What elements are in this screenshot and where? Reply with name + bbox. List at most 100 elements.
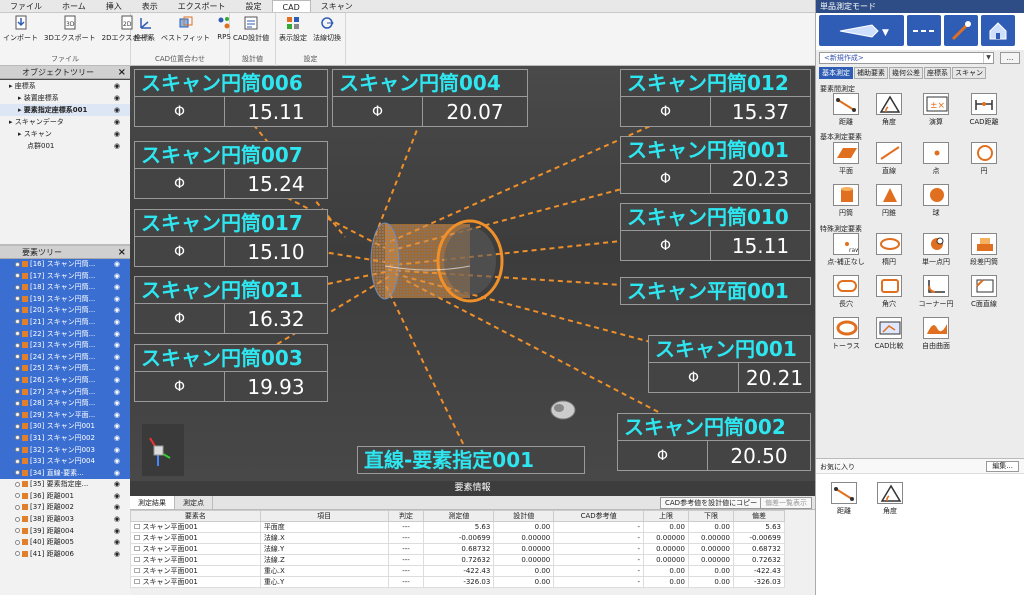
menu-item-7[interactable]: スキャン (311, 0, 363, 12)
table-row[interactable]: ☐ スキャン平面001 重心.Y --- -326.03 0.00-0.00 0.00 -3… (130, 576, 786, 588)
visibility-toggle-icon[interactable] (15, 528, 20, 534)
row-checkbox-icon[interactable]: ☐ (134, 545, 143, 553)
element-tree-row[interactable]: [39] 距離004 ◉ (0, 526, 130, 538)
visibility-toggle-icon[interactable] (15, 307, 20, 313)
close-icon[interactable]: × (118, 66, 126, 79)
row-checkbox-icon[interactable]: ☐ (134, 578, 143, 586)
element-tree-row[interactable]: [22] スキャン円筒... ◉ (0, 328, 130, 341)
visibility-eye-icon[interactable]: ◉ (114, 116, 120, 128)
tool-button[interactable]: コーナー円 (916, 275, 956, 309)
annotation-label[interactable]: スキャン円筒010 Φ 15.11 (620, 203, 811, 261)
element-tree-row[interactable]: [29] スキャン平面... ◉ (0, 409, 130, 422)
visibility-toggle-icon[interactable] (15, 319, 20, 325)
visibility-eye-icon[interactable]: ◉ (114, 140, 120, 152)
object-tree-row[interactable]: ▸ スキャン ◉ (0, 128, 130, 140)
menu-item-3[interactable]: 表示 (132, 0, 168, 12)
visibility-toggle-icon[interactable] (15, 377, 20, 383)
visibility-toggle-icon[interactable] (15, 365, 20, 371)
annotation-label[interactable]: スキャン円筒002 Φ 20.50 (617, 413, 811, 471)
mode-selector-button[interactable]: ▼ (819, 15, 904, 46)
visibility-eye-icon[interactable]: ◉ (114, 445, 120, 457)
visibility-eye-icon[interactable]: ◉ (114, 456, 120, 468)
tool-button[interactable]: 角度 (869, 93, 909, 127)
probe-mode-button[interactable] (944, 15, 978, 46)
visibility-eye-icon[interactable]: ◉ (114, 410, 120, 422)
column-header[interactable]: 偏差 (732, 510, 786, 522)
object-tree-row[interactable]: 点群001 ◉ (0, 140, 130, 152)
tool-button[interactable]: トーラス (826, 317, 866, 351)
tool-button[interactable]: 距離 (824, 482, 864, 516)
visibility-eye-icon[interactable]: ◉ (114, 104, 120, 116)
visibility-toggle-icon[interactable] (15, 481, 20, 487)
visibility-toggle-icon[interactable] (15, 539, 20, 545)
annotation-label[interactable]: スキャン円筒021 Φ 16.32 (134, 276, 328, 334)
visibility-eye-icon[interactable]: ◉ (114, 537, 120, 549)
table-row[interactable]: ☐ スキャン平面001 法線.Z --- 0.72632 0.00000-0.00000… (130, 554, 786, 566)
visibility-toggle-icon[interactable] (15, 354, 20, 360)
visibility-toggle-icon[interactable] (15, 261, 20, 267)
measure-tab[interactable]: 幾何公差 (889, 67, 923, 79)
visibility-eye-icon[interactable]: ◉ (114, 433, 120, 445)
menu-item-0[interactable]: ファイル (0, 0, 52, 12)
tool-button[interactable]: 円錐 (869, 184, 909, 218)
menu-item-6[interactable]: CAD (271, 0, 311, 12)
object-tree-row[interactable]: ▸ 要素指定座標系001 ◉ (0, 104, 130, 116)
element-tree-row[interactable]: [21] スキャン円筒... ◉ (0, 316, 130, 329)
visibility-eye-icon[interactable]: ◉ (114, 92, 120, 104)
element-tree-row[interactable]: [28] スキャン円筒... ◉ (0, 398, 130, 410)
annotation-label[interactable]: スキャン平面001 (620, 277, 811, 305)
visibility-toggle-icon[interactable] (15, 273, 20, 279)
column-header[interactable]: 設計値 (493, 510, 555, 522)
element-tree-row[interactable]: [33] スキャン円004 ◉ (0, 456, 130, 468)
visibility-toggle-icon[interactable] (15, 493, 20, 499)
annotation-label[interactable]: スキャン円筒001 Φ 20.23 (620, 136, 811, 194)
element-tree-row[interactable]: [38] 距離003 ◉ (0, 514, 130, 526)
annotation-label[interactable]: スキャン円筒017 Φ 15.10 (134, 209, 328, 267)
visibility-toggle-icon[interactable] (15, 551, 20, 557)
visibility-toggle-icon[interactable] (15, 423, 20, 429)
element-tree-row[interactable]: [25] スキャン円筒... ◉ (0, 363, 130, 375)
tool-button[interactable]: 角度 (870, 482, 910, 516)
visibility-toggle-icon[interactable] (15, 470, 20, 476)
object-tree-row[interactable]: ▸ 装置座標系 ◉ (0, 92, 130, 104)
tool-button[interactable]: 円 (964, 142, 1004, 176)
visibility-toggle-icon[interactable] (15, 296, 20, 302)
element-tree-row[interactable]: [27] スキャン円筒... ◉ (0, 386, 130, 399)
tool-button[interactable]: CAD距離 (964, 93, 1004, 127)
element-tree-row[interactable]: [35] 要素指定座... ◉ (0, 479, 130, 491)
visibility-eye-icon[interactable]: ◉ (114, 479, 120, 491)
element-tree-row[interactable]: [34] 直線-要素... ◉ (0, 467, 130, 480)
tool-button[interactable]: 単一点円 (916, 233, 956, 267)
element-tree-row[interactable]: [17] スキャン円筒... ◉ (0, 270, 130, 283)
element-tree-row[interactable]: [30] スキャン円001 ◉ (0, 421, 130, 433)
visibility-eye-icon[interactable]: ◉ (114, 468, 120, 480)
visibility-eye-icon[interactable]: ◉ (114, 502, 120, 514)
element-tree-row[interactable]: [18] スキャン円筒... ◉ (0, 282, 130, 294)
tool-button[interactable]: 距離 (826, 93, 866, 127)
tool-button[interactable]: raw 点-補正なし (826, 233, 866, 267)
3d-viewport[interactable]: スキャン円筒006 Φ 15.11 スキャン円筒004 Φ 20.07 スキャン円筒012 Φ… (130, 66, 815, 481)
visibility-eye-icon[interactable]: ◉ (114, 421, 120, 433)
tab-measurement-result[interactable]: 測定結果 (130, 496, 175, 509)
element-tree-row[interactable]: [24] スキャン円筒... ◉ (0, 351, 130, 364)
tool-button[interactable]: ±× 演算 (916, 93, 956, 127)
visibility-eye-icon[interactable]: ◉ (114, 526, 120, 538)
row-checkbox-icon[interactable]: ☐ (134, 567, 143, 575)
annotation-label[interactable]: スキャン円筒003 Φ 19.93 (134, 344, 328, 402)
tool-button[interactable]: 点 (916, 142, 956, 176)
menu-item-2[interactable]: 挿入 (96, 0, 132, 12)
tool-button[interactable]: 角穴 (869, 275, 909, 309)
column-header[interactable]: 上限 (643, 510, 690, 522)
visibility-toggle-icon[interactable] (15, 284, 20, 290)
column-header[interactable]: 項目 (259, 510, 389, 522)
tool-button[interactable]: 球 (916, 184, 956, 218)
element-tree-row[interactable]: [23] スキャン円筒... ◉ (0, 340, 130, 352)
normal-switch-button[interactable]: 法線切換 (310, 15, 344, 43)
visibility-toggle-icon[interactable] (15, 331, 20, 337)
table-row[interactable]: ☐ スキャン平面001 法線.Y --- 0.68732 0.00000-0.00000… (130, 543, 786, 555)
element-tree-row[interactable]: [32] スキャン円003 ◉ (0, 444, 130, 457)
element-tree-row[interactable]: [40] 距離005 ◉ (0, 537, 130, 549)
measure-tab[interactable]: 基本測定 (819, 67, 853, 79)
visibility-eye-icon[interactable]: ◉ (114, 80, 120, 92)
table-row[interactable]: ☐ スキャン平面001 重心.X --- -422.43 0.00-0.00 0.00 -4… (130, 565, 786, 577)
